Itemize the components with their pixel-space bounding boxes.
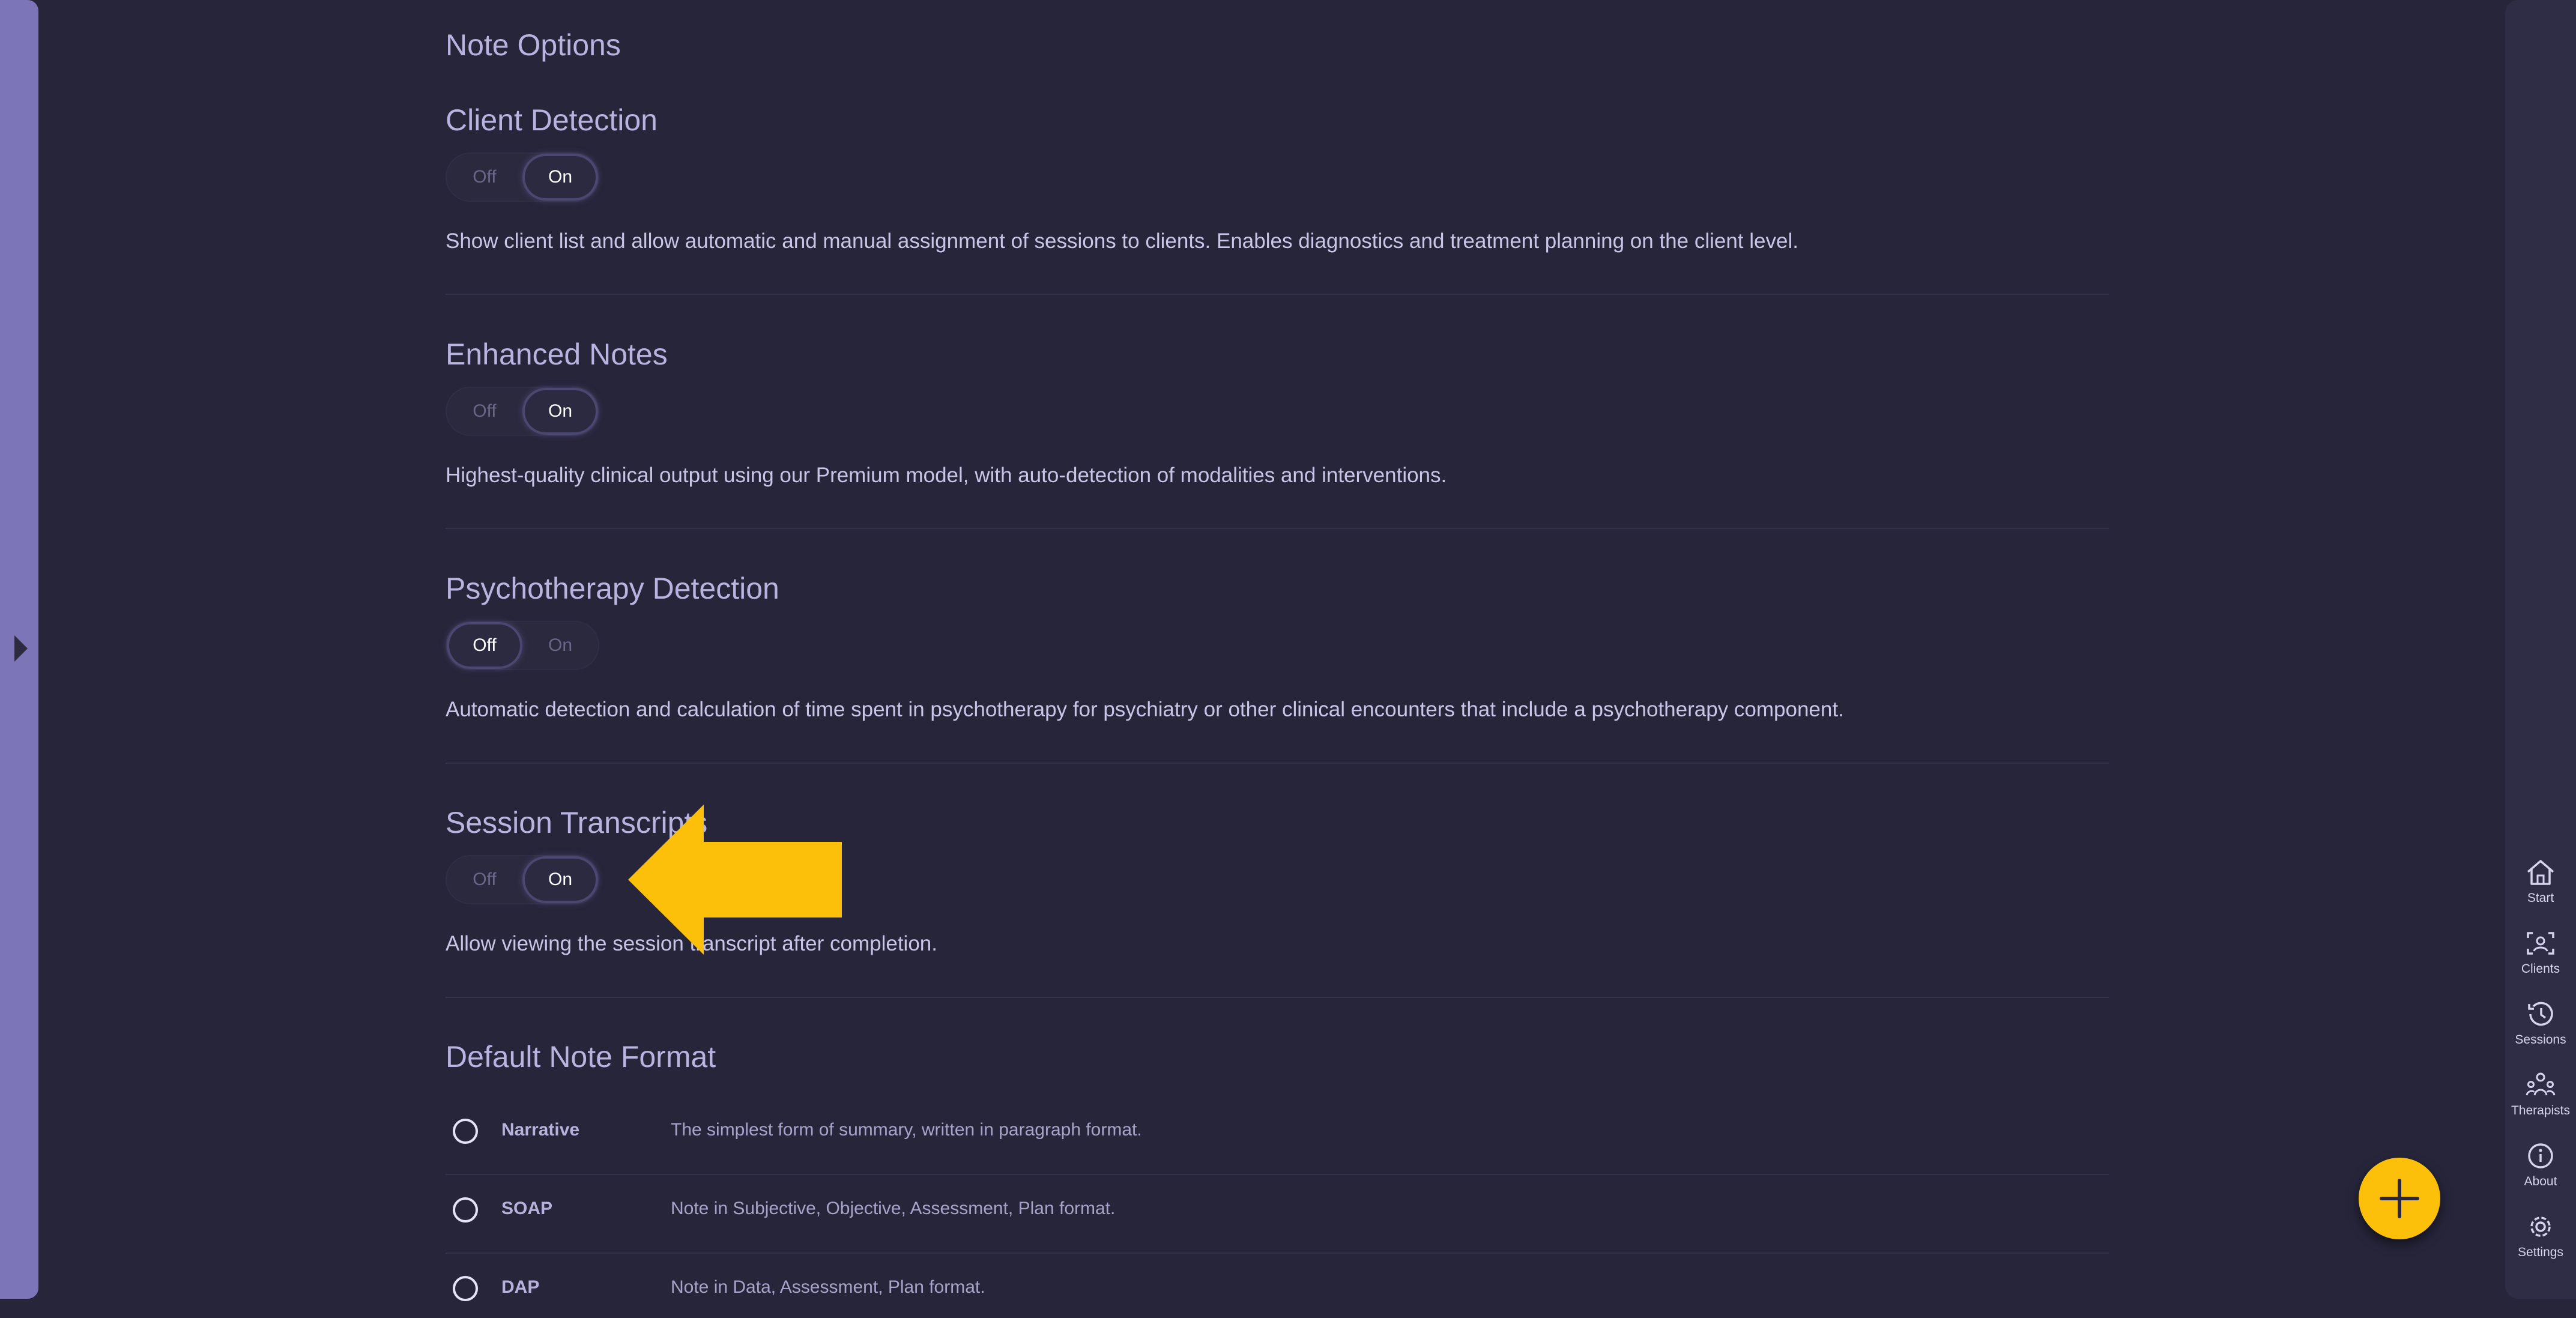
radio-button[interactable] [453,1119,478,1144]
home-icon [2527,860,2554,885]
client-detection-toggle[interactable]: Off On [446,153,599,202]
psychotherapy-detection-toggle[interactable]: Off On [446,621,599,670]
divider [446,1253,2109,1254]
setting-title: Psychotherapy Detection [446,572,779,605]
nav-label: Therapists [2511,1104,2571,1117]
setting-title: Client Detection [446,103,658,137]
radio-button[interactable] [453,1276,478,1301]
format-name: Narrative [501,1120,580,1140]
radio-button[interactable] [453,1197,478,1223]
setting-description: Automatic detection and calculation of t… [446,698,1844,721]
right-nav-rail: Start Clients Sessions Therapists About … [2505,0,2576,1299]
therapists-icon [2526,1072,2556,1096]
nav-item-clients[interactable]: Clients [2505,930,2576,976]
toggle-off-option[interactable]: Off [449,859,520,901]
nav-label: Start [2527,891,2554,905]
format-name: SOAP [501,1199,553,1218]
page-title: Note Options [446,28,621,62]
divider [446,763,2109,764]
format-option-soap[interactable]: SOAP Note in Subjective, Objective, Asse… [446,1185,2109,1254]
section-title: Default Note Format [446,1040,716,1074]
nav-label: Settings [2518,1245,2563,1259]
format-name: DAP [501,1277,540,1297]
chevron-right-icon[interactable] [14,635,28,662]
nav-label: About [2524,1174,2557,1188]
gear-icon [2530,1217,2551,1237]
toggle-on-option[interactable]: On [525,390,596,432]
setting-description: Show client list and allow automatic and… [446,229,1798,253]
divider [446,997,2109,998]
nav-item-start[interactable]: Start [2505,859,2576,905]
nav-label: Clients [2521,962,2560,976]
toggle-off-option[interactable]: Off [449,390,520,432]
plus-icon [2380,1179,2419,1218]
divider [446,528,2109,529]
sidebar-toggle-rail[interactable] [0,0,38,1299]
format-description: Note in Subjective, Objective, Assessmen… [671,1199,1116,1218]
enhanced-notes-toggle[interactable]: Off On [446,387,599,436]
history-icon [2528,1002,2553,1026]
session-transcripts-toggle[interactable]: Off On [446,855,599,904]
toggle-on-option[interactable]: On [525,859,596,901]
toggle-off-option[interactable]: Off [449,624,520,667]
nav-item-settings[interactable]: Settings [2505,1213,2576,1260]
info-icon [2528,1143,2553,1168]
divider [446,1174,2109,1175]
format-option-dap[interactable]: DAP Note in Data, Assessment, Plan forma… [446,1264,2109,1318]
setting-title: Enhanced Notes [446,337,668,371]
nav-label: Sessions [2515,1033,2566,1047]
toggle-on-option[interactable]: On [525,156,596,198]
format-option-narrative[interactable]: Narrative The simplest form of summary, … [446,1107,2109,1175]
divider [446,294,2109,295]
format-description: Note in Data, Assessment, Plan format. [671,1277,985,1297]
arrow-left-icon [628,805,842,955]
add-button[interactable] [2359,1158,2440,1239]
nav-item-about[interactable]: About [2505,1142,2576,1189]
setting-description: Highest-quality clinical output using ou… [446,464,1447,487]
toggle-on-option[interactable]: On [525,624,596,667]
toggle-off-option[interactable]: Off [449,156,520,198]
format-description: The simplest form of summary, written in… [671,1120,1142,1140]
clients-icon [2527,932,2554,955]
nav-item-sessions[interactable]: Sessions [2505,1000,2576,1047]
nav-item-therapists[interactable]: Therapists [2505,1071,2576,1118]
